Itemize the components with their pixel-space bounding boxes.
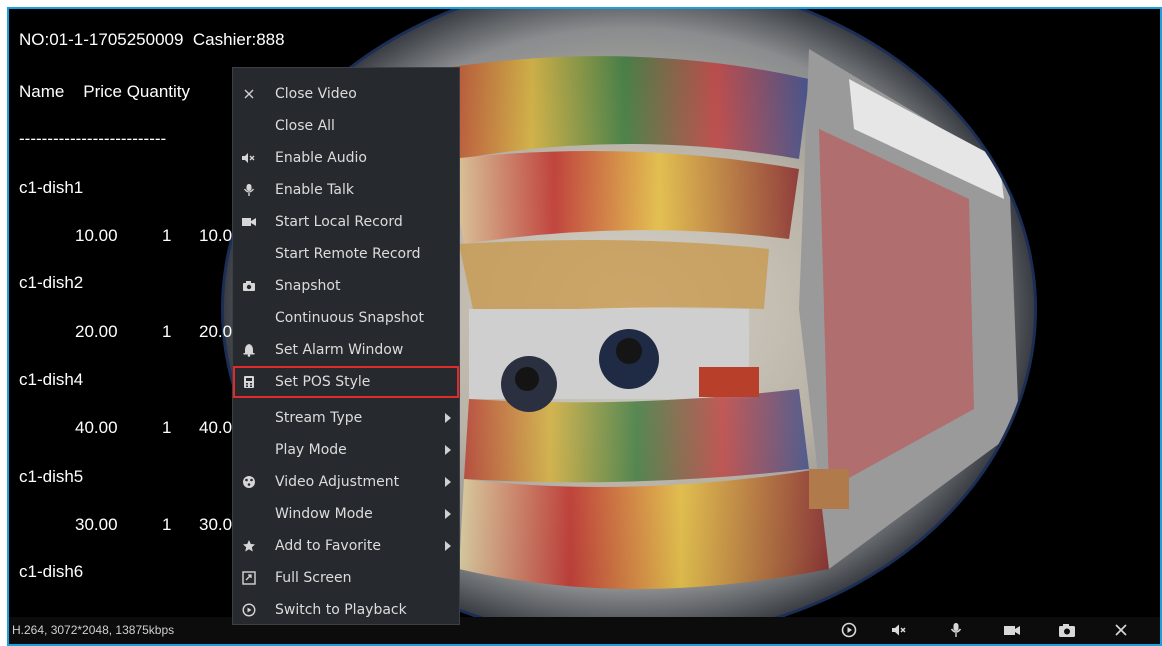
- pos-item-qty: 1: [162, 515, 172, 534]
- context-menu: Close Video Close All Enable Audio Enabl…: [232, 67, 460, 625]
- close-icon: [241, 86, 257, 102]
- menu-item-label: Close All: [275, 118, 335, 134]
- menu-item-label: Video Adjustment: [275, 474, 400, 490]
- menu-item-stream-type[interactable]: Stream Type: [233, 402, 459, 434]
- menu-item-enable-talk[interactable]: Enable Talk: [233, 174, 459, 206]
- menu-item-switch-to-playback[interactable]: Switch to Playback: [233, 594, 459, 626]
- menu-item-label: Continuous Snapshot: [275, 310, 424, 326]
- star-icon: [241, 538, 257, 554]
- menu-item-label: Window Mode: [275, 506, 373, 522]
- video-camera-icon[interactable]: [1002, 621, 1022, 639]
- submenu-arrow-icon: [445, 509, 451, 519]
- pos-item-total: 10.0: [199, 226, 233, 245]
- menu-item-start-remote-record[interactable]: Start Remote Record: [233, 238, 459, 270]
- menu-item-label: Set Alarm Window: [275, 342, 404, 358]
- pos-item-name: c1-dish5: [19, 467, 84, 486]
- menu-item-label: Start Local Record: [275, 214, 403, 230]
- stream-info: H.264, 3072*2048, 13875kbps: [12, 623, 175, 637]
- video-camera-icon: [241, 214, 257, 230]
- pos-header: NO:01-1-1705250009 Cashier:888: [19, 30, 285, 49]
- menu-item-label: Close Video: [275, 86, 357, 102]
- pos-item-name: c1-dish1: [19, 178, 84, 197]
- menu-item-label: Enable Audio: [275, 150, 367, 166]
- menu-item-set-pos-style[interactable]: Set POS Style: [233, 366, 459, 398]
- palette-icon: [241, 474, 257, 490]
- submenu-arrow-icon: [445, 477, 451, 487]
- close-icon[interactable]: [1111, 621, 1131, 639]
- fullscreen-icon: [241, 570, 257, 586]
- pos-item-qty: 1: [162, 322, 172, 341]
- menu-item-label: Snapshot: [275, 278, 341, 294]
- pos-item-qty: 1: [162, 226, 172, 245]
- menu-item-full-screen[interactable]: Full Screen: [233, 562, 459, 594]
- mute-icon[interactable]: [889, 621, 909, 639]
- menu-item-label: Switch to Playback: [275, 602, 407, 618]
- pos-item-price: 40.00: [75, 418, 118, 437]
- pos-column-headers: Name Price Quantity: [19, 82, 191, 101]
- pos-divider: --------------------------: [19, 129, 167, 148]
- pos-item-price: 30.00: [75, 515, 118, 534]
- menu-item-set-alarm-window[interactable]: Set Alarm Window: [233, 334, 459, 366]
- menu-item-close-video[interactable]: Close Video: [233, 78, 459, 110]
- pos-item-price: 10.00: [75, 226, 118, 245]
- microphone-icon[interactable]: [946, 621, 966, 639]
- submenu-arrow-icon: [445, 541, 451, 551]
- pos-item-total: 20.0: [199, 322, 233, 341]
- pos-item-name: c1-dish4: [19, 370, 84, 389]
- microphone-icon: [241, 182, 257, 198]
- menu-item-video-adjustment[interactable]: Video Adjustment: [233, 466, 459, 498]
- menu-item-label: Stream Type: [275, 410, 363, 426]
- menu-item-play-mode[interactable]: Play Mode: [233, 434, 459, 466]
- fisheye-video-feed: [9, 9, 1160, 644]
- menu-item-label: Enable Talk: [275, 182, 354, 198]
- bell-icon: [241, 342, 257, 358]
- mute-icon: [241, 150, 257, 166]
- playback-icon: [241, 602, 257, 618]
- menu-item-snapshot[interactable]: Snapshot: [233, 270, 459, 302]
- menu-item-label: Play Mode: [275, 442, 347, 458]
- pos-terminal-icon: [241, 374, 257, 390]
- menu-item-label: Set POS Style: [275, 374, 371, 390]
- menu-item-close-all[interactable]: Close All: [233, 110, 459, 142]
- camera-icon[interactable]: [1057, 621, 1077, 639]
- pos-item-price: 20.00: [75, 322, 118, 341]
- video-control-bar: H.264, 3072*2048, 13875kbps: [9, 617, 1160, 644]
- menu-item-enable-audio[interactable]: Enable Audio: [233, 142, 459, 174]
- pos-item-qty: 1: [162, 418, 172, 437]
- pos-item-total: 40.0: [199, 418, 233, 437]
- menu-item-continuous-snapshot[interactable]: Continuous Snapshot: [233, 302, 459, 334]
- menu-item-label: Full Screen: [275, 570, 352, 586]
- menu-item-add-to-favorite[interactable]: Add to Favorite: [233, 530, 459, 562]
- video-window[interactable]: NO:01-1-1705250009 Cashier:888 Name Pric…: [7, 7, 1162, 646]
- menu-item-label: Add to Favorite: [275, 538, 382, 554]
- submenu-arrow-icon: [445, 413, 451, 423]
- camera-icon: [241, 278, 257, 294]
- play-icon[interactable]: [839, 621, 859, 639]
- menu-item-window-mode[interactable]: Window Mode: [233, 498, 459, 530]
- pos-item-name: c1-dish6: [19, 562, 84, 581]
- pos-item-name: c1-dish2: [19, 273, 84, 292]
- submenu-arrow-icon: [445, 445, 451, 455]
- pos-item-total: 30.0: [199, 515, 233, 534]
- menu-item-start-local-record[interactable]: Start Local Record: [233, 206, 459, 238]
- menu-item-label: Start Remote Record: [275, 246, 421, 262]
